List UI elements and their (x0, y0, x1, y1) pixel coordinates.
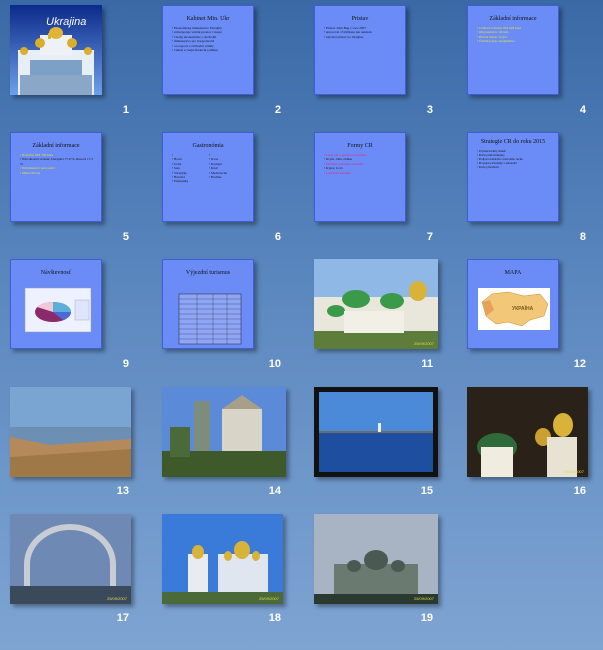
slide-17-thumbnail[interactable]: 25/09/2007 (10, 514, 131, 604)
slide-5-thumbnail[interactable]: Základní informace Rozloha: 603 700 km2N… (10, 132, 102, 222)
cathedral-photo: Ukrajina (10, 5, 102, 95)
slide-9-thumbnail[interactable]: Návštevnosť (10, 259, 102, 349)
slide-number-11: 11 (421, 358, 433, 370)
slide-number-9: 9 (122, 358, 129, 370)
slide-10-table (178, 293, 242, 345)
slide-11-date: 25/09/2007 (413, 341, 434, 346)
ukraine-map: УКРАЇНА (478, 288, 550, 330)
slide-2-bullets: Ekonomicky ministerstvo Ukrajinyzabezpec… (163, 22, 253, 52)
slide-13-thumbnail[interactable] (10, 387, 131, 477)
slide-8-bullets: Zvýšení kvality služebRozvoj infrastrukt… (468, 145, 558, 169)
slide-number-2: 2 (274, 104, 281, 116)
slide-4-title: Základní informace (489, 16, 537, 22)
slide-number-3: 3 (426, 104, 433, 116)
slide-18-thumbnail[interactable]: 25/09/2007 (162, 514, 283, 604)
slide-11-thumbnail[interactable]: 25/09/2007 (314, 259, 438, 349)
slide-number-10: 10 (268, 358, 281, 370)
slide-number-6: 6 (274, 231, 281, 243)
slide-6-bullets: BorsčUchaSalo VarenykyHolubciPampušky Kv… (163, 149, 253, 184)
slide-2-title: Kabinet Min. Ukr (186, 16, 230, 22)
slide-4-thumbnail[interactable]: Základní informace Celková rozloha: 603 … (467, 5, 559, 95)
slide-3-title: Pristav (351, 16, 369, 22)
golden-domes-photo (467, 387, 588, 477)
slide-19-date: 25/09/2007 (413, 596, 434, 601)
slide-number-14: 14 (268, 485, 281, 497)
slide-16-thumbnail[interactable]: 25/09/2007 (467, 387, 588, 477)
slide-7-title: Formy CR (347, 143, 373, 149)
beach-photo (10, 387, 131, 477)
slide-number-8: 8 (579, 231, 586, 243)
monastery-bell-tower-photo (162, 514, 283, 604)
slide-number-4: 4 (579, 104, 586, 116)
map-country-label: УКРАЇНА (512, 305, 534, 312)
slide-16-date: 25/09/2007 (563, 469, 584, 474)
slide-9-pie-chart (24, 287, 92, 333)
slide-7-bullets: Letní CR a pobytová turistikaKrym, Jalta… (315, 149, 405, 175)
slide-6-thumbnail[interactable]: Gastronómia BorsčUchaSalo VarenykyHolubc… (162, 132, 254, 222)
slide-number-7: 7 (426, 231, 433, 243)
sea-photo (314, 387, 438, 477)
slide-7-thumbnail[interactable]: Formy CR Letní CR a pobytová turistikaKr… (314, 132, 406, 222)
slide-8-title: Strategie CR do roku 2015 (480, 139, 546, 145)
slide-18-date: 25/09/2007 (258, 596, 279, 601)
slide-3-thumbnail[interactable]: Pristav Pristav Jizni Bug v roce 2007zpr… (314, 5, 406, 95)
slide-10-title: Výjezdní turismus (185, 270, 231, 276)
slide-number-1: 1 (122, 104, 129, 116)
slide-5-bullets: Rozloha: 603 700 km2Národnostní složení:… (11, 149, 101, 175)
slide-number-16: 16 (573, 485, 586, 497)
slide-number-19: 19 (420, 612, 433, 624)
arch-monument-photo (10, 514, 131, 604)
slide-1-title: Ukrajina (46, 16, 86, 28)
lavra-cathedral-photo (314, 514, 438, 604)
slide-1-thumbnail[interactable]: Ukrajina (10, 5, 102, 95)
slide-17-date: 25/09/2007 (106, 596, 127, 601)
slide-12-title: MAPA (504, 270, 522, 276)
slide-15-thumbnail[interactable] (314, 387, 438, 477)
slide-6-title: Gastronómia (192, 143, 224, 149)
slide-9-title: Návštevnosť (40, 270, 72, 276)
slide-14-thumbnail[interactable] (162, 387, 286, 477)
monastery-photo (314, 259, 438, 349)
slide-number-18: 18 (268, 612, 281, 624)
church-photo (162, 387, 286, 477)
slide-5-title: Základní informace (32, 143, 80, 149)
slide-3-bullets: Pristav Jizni Bug v roce 2007zpracoval 1… (315, 22, 405, 39)
slide-19-thumbnail[interactable]: 25/09/2007 (314, 514, 438, 604)
slide-number-15: 15 (420, 485, 433, 497)
slide-8-thumbnail[interactable]: Strategie CR do roku 2015 Zvýšení kvalit… (467, 132, 559, 222)
slide-number-5: 5 (122, 231, 129, 243)
slide-12-thumbnail[interactable]: MAPA УКРАЇНА (467, 259, 559, 349)
slide-4-bullets: Celková rozloha: 603 628 km2Obyvatelstvo… (468, 22, 558, 44)
slide-number-17: 17 (116, 612, 129, 624)
slide-2-thumbnail[interactable]: Kabinet Min. Ukr Ekonomicky ministerstvo… (162, 5, 254, 95)
slide-10-thumbnail[interactable]: Výjezdní turismus (162, 259, 254, 349)
slide-number-12: 12 (573, 358, 586, 370)
slide-number-13: 13 (116, 485, 129, 497)
